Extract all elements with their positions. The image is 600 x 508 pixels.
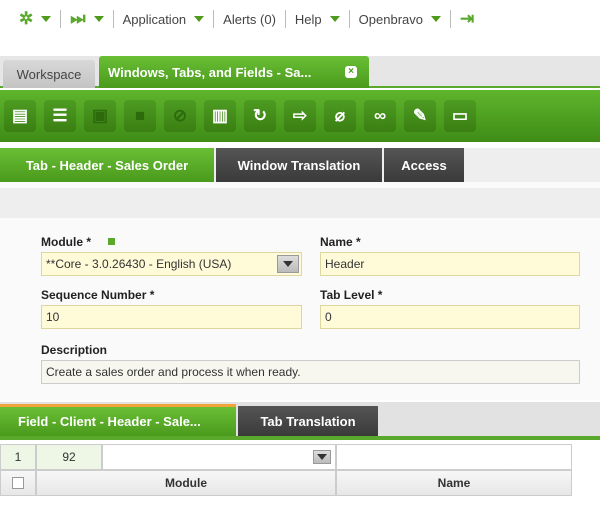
form-view-icon: ▭: [451, 106, 469, 125]
save-close-icon: ■: [134, 106, 146, 125]
paperclip-icon: ⌀: [334, 106, 346, 125]
required-marker-icon: [108, 238, 115, 245]
module-filter[interactable]: [102, 444, 336, 470]
new-document-icon: ▤: [11, 106, 29, 125]
tools-icon: ✎: [412, 106, 428, 125]
cancel-icon: ⊘: [172, 106, 188, 125]
help-menu[interactable]: Help: [286, 9, 349, 29]
link-button[interactable]: ∞: [364, 100, 396, 132]
name-column-header[interactable]: Name: [336, 470, 572, 496]
sub-tab-strip: Tab - Header - Sales Order Window Transl…: [0, 148, 600, 182]
chevron-down-icon: [194, 16, 205, 22]
chevron-down-icon: [329, 16, 340, 22]
description-label: Description: [41, 343, 108, 357]
tab-access[interactable]: Access: [384, 148, 464, 182]
application-menu[interactable]: Application: [114, 9, 214, 29]
sequence-number-label: Sequence Number *: [41, 288, 155, 302]
save-button[interactable]: ▣: [84, 100, 116, 132]
main-tab-strip: Workspace Windows, Tabs, and Fields - Sa…: [0, 56, 600, 88]
save-icon: ▣: [91, 106, 109, 125]
undo-button[interactable]: ⊘: [164, 100, 196, 132]
select-all-checkbox[interactable]: [12, 477, 24, 489]
dropdown-button[interactable]: [277, 255, 299, 273]
tab-window-label: Windows, Tabs, and Fields - Sa...: [108, 64, 312, 80]
refresh-button[interactable]: ↻: [244, 100, 276, 132]
grid-row-number: 1: [0, 444, 36, 470]
attachment-button[interactable]: ⌀: [324, 100, 356, 132]
select-all-header[interactable]: [0, 470, 36, 496]
export-icon: ⇨: [292, 106, 308, 125]
chevron-down-icon: [317, 454, 327, 460]
module-label: Module *: [41, 235, 91, 249]
fast-forward-icon: ⏭: [70, 9, 86, 28]
help-menu-label: Help: [294, 11, 322, 27]
toolbar: ▤ ☰ ▣ ■ ⊘ ▥ ↻ ⇨ ⌀ ∞ ✎ ▭: [0, 90, 600, 142]
chevron-down-icon: [93, 16, 104, 22]
new-row-button[interactable]: ☰: [44, 100, 76, 132]
trash-icon: ▥: [211, 106, 229, 125]
delete-button[interactable]: ▥: [204, 100, 236, 132]
filter-dropdown-button[interactable]: [313, 450, 331, 464]
user-menu-label: Openbravo: [358, 11, 423, 27]
chevron-down-icon: [283, 261, 293, 267]
tab-field-client-header[interactable]: Field - Client - Header - Sale...: [0, 404, 236, 436]
export-button[interactable]: ⇨: [284, 100, 316, 132]
module-select[interactable]: **Core - 3.0.26430 - English (USA): [41, 252, 302, 276]
quick-launch-button[interactable]: ✲: [10, 9, 60, 29]
link-icon: ∞: [373, 106, 387, 125]
module-value: **Core - 3.0.26430 - English (USA): [46, 257, 232, 271]
logout-button[interactable]: ⇥: [451, 9, 483, 29]
tab-header-sales-order[interactable]: Tab - Header - Sales Order: [0, 148, 214, 182]
tab-window-translation[interactable]: Window Translation: [216, 148, 382, 182]
save-close-button[interactable]: ■: [124, 100, 156, 132]
top-navigation-bar: ✲ ⏭ Application Alerts (0) Help Openbrav…: [0, 0, 600, 38]
table-row[interactable]: [0, 502, 600, 508]
module-column-header[interactable]: Module: [36, 470, 336, 496]
recent-views-button[interactable]: ⏭: [61, 9, 112, 29]
tab-workspace[interactable]: Workspace: [3, 60, 95, 88]
name-label: Name *: [320, 235, 361, 249]
close-icon[interactable]: ×: [345, 66, 357, 78]
tools-button[interactable]: ✎: [404, 100, 436, 132]
fields-grid: 1 92 Module Name: [0, 440, 600, 508]
name-field[interactable]: Header: [320, 252, 580, 276]
new-document-button[interactable]: ▤: [4, 100, 36, 132]
tab-tab-translation[interactable]: Tab Translation: [238, 406, 378, 436]
application-menu-label: Application: [122, 11, 187, 27]
chevron-down-icon: [41, 16, 52, 22]
grid-record-count: 92: [36, 444, 102, 470]
description-field[interactable]: Create a sales order and process it when…: [41, 360, 580, 384]
sequence-number-field[interactable]: 10: [41, 305, 302, 329]
alerts-link[interactable]: Alerts (0): [214, 9, 285, 29]
tab-level-field[interactable]: 0: [320, 305, 580, 329]
star-icon: ✲: [19, 9, 34, 28]
name-filter[interactable]: [336, 444, 572, 470]
refresh-icon: ↻: [252, 106, 268, 125]
form-status-strip: [0, 188, 600, 218]
user-menu[interactable]: Openbravo: [350, 9, 450, 29]
new-row-icon: ☰: [52, 106, 68, 125]
form-view-button[interactable]: ▭: [444, 100, 476, 132]
chevron-down-icon: [430, 16, 441, 22]
tab-level-label: Tab Level *: [320, 288, 383, 302]
logout-icon: ⇥: [459, 9, 475, 28]
tab-windows-tabs-fields[interactable]: Windows, Tabs, and Fields - Sa... ×: [99, 56, 369, 88]
